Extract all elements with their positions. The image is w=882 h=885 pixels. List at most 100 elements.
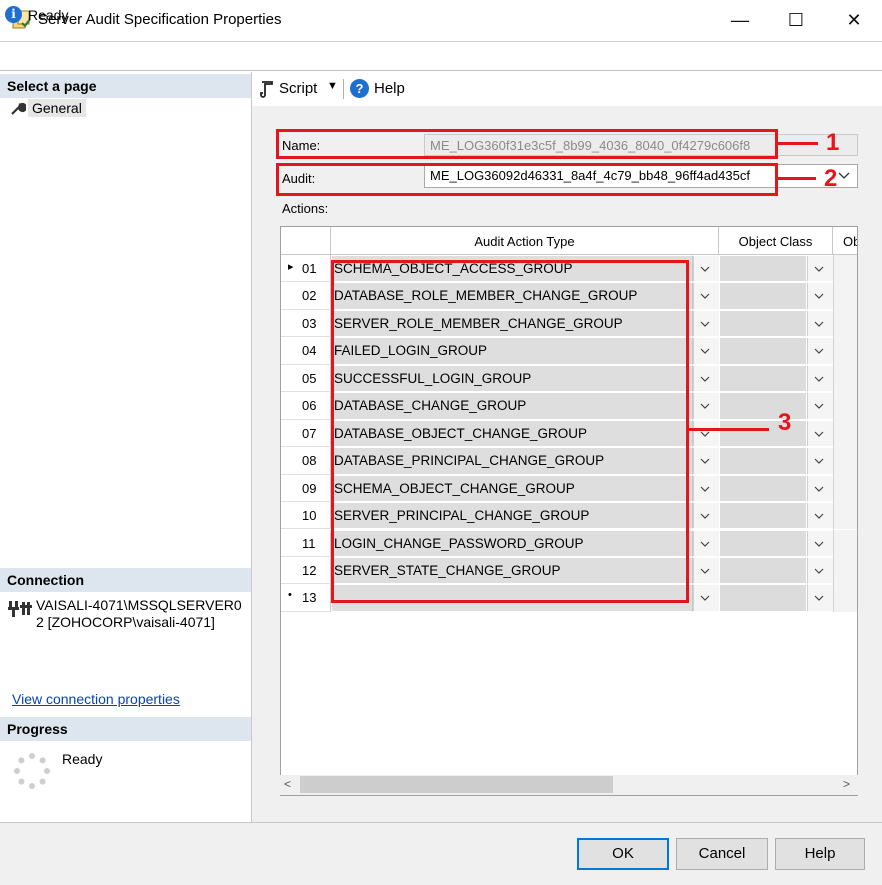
chevron-down-icon[interactable] <box>693 420 719 447</box>
row-header[interactable]: 08 <box>281 447 331 475</box>
chevron-down-icon[interactable] <box>807 256 833 282</box>
chevron-down-icon[interactable] <box>693 530 719 556</box>
chevron-down-icon[interactable] <box>693 475 719 502</box>
row-header[interactable]: 03 <box>281 309 331 338</box>
script-icon[interactable] <box>258 80 274 98</box>
chevron-down-icon[interactable] <box>693 448 719 474</box>
object-cell[interactable] <box>833 255 857 283</box>
object-class-cell[interactable] <box>719 584 807 612</box>
new-row-marker: • <box>288 589 292 602</box>
wrench-icon <box>11 102 26 115</box>
object-cell[interactable] <box>833 364 857 393</box>
row-header[interactable]: • 13 <box>281 584 331 612</box>
row-header[interactable]: 04 <box>281 337 331 365</box>
chevron-down-icon[interactable] <box>693 283 719 309</box>
chevron-down-icon[interactable] <box>836 169 852 183</box>
object-class-cell[interactable] <box>719 556 807 585</box>
minimize-button[interactable]: — <box>712 0 768 41</box>
chevron-down-icon[interactable] <box>807 283 833 309</box>
object-class-cell[interactable] <box>719 447 807 475</box>
chevron-down-icon[interactable] <box>693 393 719 419</box>
object-cell[interactable] <box>833 529 857 557</box>
object-class-cell[interactable] <box>719 337 807 365</box>
scrollbar-thumb[interactable] <box>300 776 613 793</box>
progress-header: Progress <box>0 717 251 741</box>
chevron-down-icon[interactable] <box>693 503 719 529</box>
progress-spinner-icon <box>14 753 50 789</box>
chevron-down-icon[interactable] <box>807 475 833 502</box>
row-header[interactable]: 02 <box>281 282 331 310</box>
object-class-cell[interactable] <box>719 419 807 448</box>
annotation-line-3 <box>689 428 769 431</box>
annotation-line-2 <box>778 177 816 180</box>
row-header[interactable]: ▸ 01 <box>281 255 331 283</box>
help-toolbar-button[interactable]: Help <box>374 80 405 97</box>
script-dropdown-icon[interactable]: ▼ <box>327 80 338 92</box>
object-class-cell[interactable] <box>719 364 807 393</box>
row-header[interactable]: 09 <box>281 474 331 503</box>
row-header[interactable]: 10 <box>281 502 331 530</box>
row-number: 01 <box>302 261 317 276</box>
chevron-down-icon[interactable] <box>807 338 833 364</box>
chevron-down-icon[interactable] <box>807 310 833 337</box>
annotation-line-1 <box>778 142 818 145</box>
object-cell[interactable] <box>833 584 857 612</box>
maximize-button[interactable]: ☐ <box>768 0 824 41</box>
object-cell[interactable] <box>833 392 857 420</box>
object-cell[interactable] <box>833 447 857 475</box>
cancel-button[interactable]: Cancel <box>676 838 768 870</box>
object-class-cell[interactable] <box>719 502 807 530</box>
object-class-cell[interactable] <box>719 529 807 557</box>
connection-icon <box>8 601 32 617</box>
view-connection-properties-link[interactable]: View connection properties <box>12 691 180 707</box>
object-cell[interactable] <box>833 502 857 530</box>
chevron-down-icon[interactable] <box>807 365 833 392</box>
row-number: 07 <box>302 425 317 441</box>
chevron-down-icon[interactable] <box>807 530 833 556</box>
chevron-down-icon[interactable] <box>693 365 719 392</box>
row-header[interactable]: 05 <box>281 364 331 393</box>
object-cell[interactable] <box>833 309 857 338</box>
row-number: 08 <box>302 453 317 469</box>
object-class-cell[interactable] <box>719 392 807 420</box>
object-class-cell[interactable] <box>719 282 807 310</box>
column-header-audit-action-type[interactable]: Audit Action Type <box>331 227 719 255</box>
status-text: Ready <box>28 7 69 23</box>
object-cell[interactable] <box>833 474 857 503</box>
chevron-down-icon[interactable] <box>693 557 719 584</box>
chevron-down-icon[interactable] <box>807 420 833 447</box>
chevron-down-icon[interactable] <box>807 585 833 611</box>
ok-button[interactable]: OK <box>577 838 669 870</box>
row-header[interactable]: 12 <box>281 556 331 585</box>
object-cell[interactable] <box>833 419 857 448</box>
scroll-right-icon[interactable]: > <box>843 777 850 791</box>
chevron-down-icon[interactable] <box>693 310 719 337</box>
object-cell[interactable] <box>833 282 857 310</box>
column-header-object[interactable]: Ob <box>833 227 857 255</box>
help-icon[interactable]: ? <box>350 79 369 98</box>
help-button[interactable]: Help <box>775 838 865 870</box>
chevron-down-icon[interactable] <box>807 448 833 474</box>
object-class-cell[interactable] <box>719 309 807 338</box>
chevron-down-icon[interactable] <box>693 338 719 364</box>
chevron-down-icon[interactable] <box>693 256 719 282</box>
row-header[interactable]: 06 <box>281 392 331 420</box>
row-header[interactable]: 11 <box>281 529 331 557</box>
row-header[interactable]: 07 <box>281 419 331 448</box>
object-cell[interactable] <box>833 556 857 585</box>
object-class-cell[interactable] <box>719 255 807 283</box>
current-row-marker: ▸ <box>288 261 294 273</box>
page-general[interactable]: General <box>28 99 86 117</box>
script-button[interactable]: Script <box>279 80 317 97</box>
chevron-down-icon[interactable] <box>807 393 833 419</box>
chevron-down-icon[interactable] <box>807 557 833 584</box>
chevron-down-icon[interactable] <box>807 503 833 529</box>
chevron-down-icon[interactable] <box>693 585 719 611</box>
scroll-left-icon[interactable]: < <box>284 777 291 791</box>
close-button[interactable]: ✕ <box>826 0 882 41</box>
column-header-object-class[interactable]: Object Class <box>719 227 833 255</box>
left-pane <box>0 72 252 822</box>
row-number: 02 <box>302 288 317 304</box>
object-class-cell[interactable] <box>719 474 807 503</box>
object-cell[interactable] <box>833 337 857 365</box>
